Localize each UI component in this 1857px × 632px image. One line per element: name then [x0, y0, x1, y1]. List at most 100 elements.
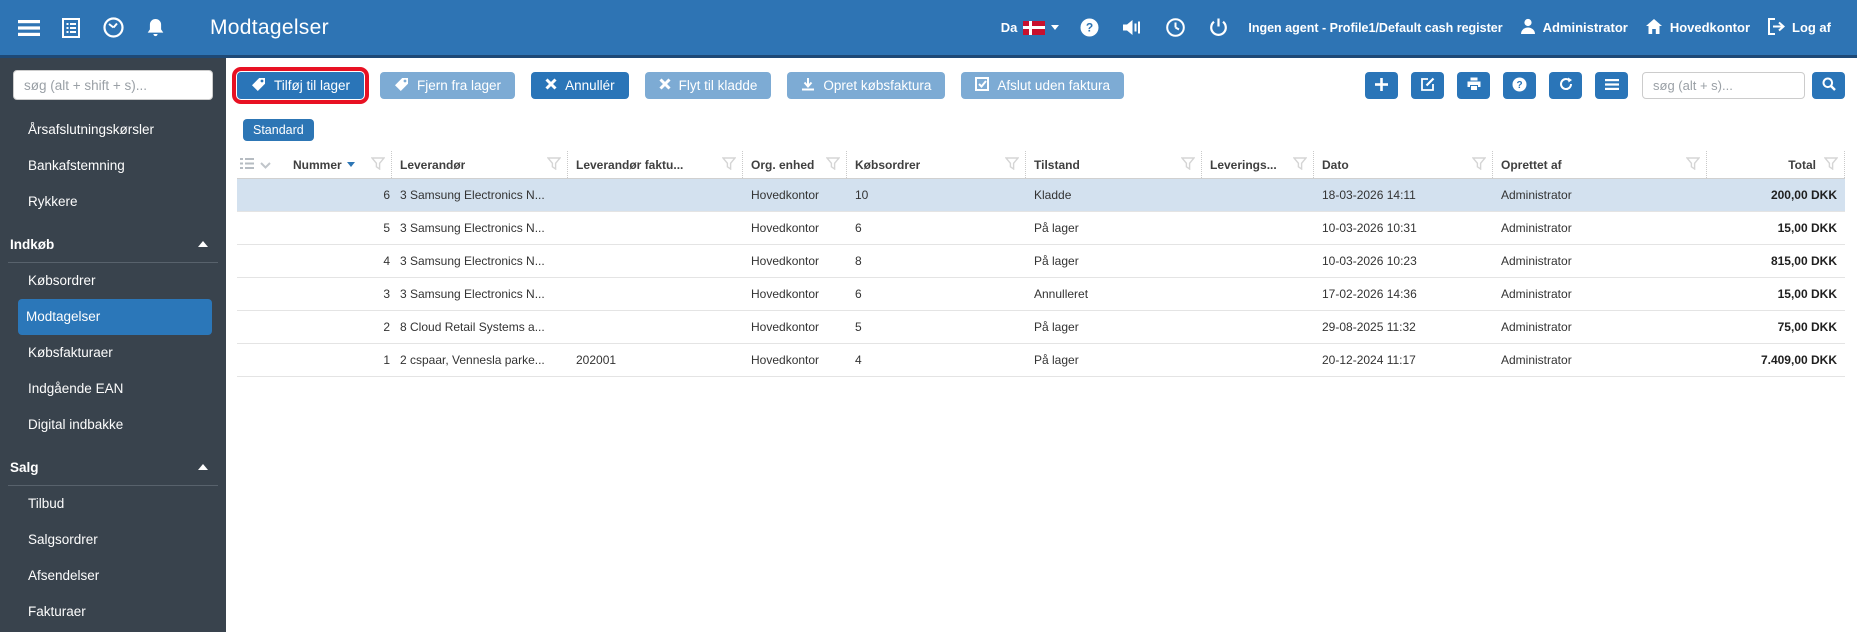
cell-total: 815,00 DKK — [1770, 254, 1837, 268]
check-square-icon — [975, 77, 990, 94]
filter-icon[interactable] — [1471, 156, 1487, 173]
cell-oprettet: Administrator — [1501, 287, 1572, 301]
sidebar-item-bankafstemning[interactable]: Bankafstemning — [4, 148, 222, 184]
help-icon[interactable]: ? — [1076, 15, 1102, 41]
clock-icon[interactable] — [1162, 15, 1188, 41]
sidebar-nav: Årsafslutningskørsler Bankafstemning Ryk… — [0, 100, 226, 630]
move-to-draft-button[interactable]: Flyt til kladde — [644, 72, 772, 99]
gauge-icon[interactable] — [100, 15, 126, 41]
table-row[interactable]: 6 3 Samsung Electronics N... Hovedkontor… — [237, 179, 1845, 212]
tag-icon — [251, 77, 266, 95]
table-row[interactable]: 5 3 Samsung Electronics N... Hovedkontor… — [237, 212, 1845, 245]
filter-icon[interactable] — [1004, 156, 1020, 173]
print-button[interactable] — [1457, 72, 1490, 99]
language-selector[interactable]: Da — [1001, 20, 1060, 35]
selector-header[interactable] — [237, 151, 285, 178]
cell-kobsordrer: 8 — [855, 254, 862, 268]
column-header-org-enhed[interactable]: Org. enhed — [743, 151, 847, 178]
table-row[interactable]: 3 3 Samsung Electronics N... Hovedkontor… — [237, 278, 1845, 311]
language-label: Da — [1000, 20, 1018, 35]
cell-org: Hovedkontor — [751, 353, 820, 367]
cell-oprettet: Administrator — [1501, 188, 1572, 202]
filter-icon[interactable] — [1823, 156, 1839, 173]
session-info: Ingen agent - Profile1/Default cash regi… — [1248, 20, 1503, 35]
cell-leverandor: 3 Samsung Electronics N... — [400, 221, 545, 235]
edit-button[interactable] — [1411, 72, 1444, 99]
cell-total: 15,00 DKK — [1777, 287, 1837, 301]
sidebar-item-rykkere[interactable]: Rykkere — [4, 184, 222, 220]
filter-icon[interactable] — [825, 156, 841, 173]
power-icon[interactable] — [1205, 15, 1231, 41]
list-icon — [1604, 78, 1619, 93]
add-to-stock-button[interactable]: Tilføj til lager — [231, 67, 370, 104]
user-name: Administrator — [1542, 20, 1628, 35]
sidebar-search-input[interactable] — [13, 70, 213, 100]
add-button[interactable] — [1365, 72, 1398, 99]
filter-icon[interactable] — [1292, 156, 1308, 173]
sidebar-section-salg[interactable]: Salg — [0, 449, 226, 485]
location-name: Hovedkontor — [1669, 20, 1750, 35]
column-header-dato[interactable]: Dato — [1314, 151, 1493, 178]
cell-org: Hovedkontor — [751, 221, 820, 235]
cancel-button[interactable]: Annullér — [531, 72, 629, 99]
topbar-left: Modtagelser — [0, 15, 329, 41]
filter-icon[interactable] — [721, 156, 737, 173]
column-header-leverings[interactable]: Leverings... — [1202, 151, 1314, 178]
sidebar-item-salgsordrer[interactable]: Salgsordrer — [4, 522, 222, 558]
filter-icon[interactable] — [546, 156, 562, 173]
sidebar-item-tilbud[interactable]: Tilbud — [4, 486, 222, 522]
sidebar-item-fakturaer[interactable]: Fakturaer — [4, 594, 222, 630]
view-tab-standard[interactable]: Standard — [243, 119, 314, 141]
table-row[interactable]: 1 2 cspaar, Vennesla parke... 202001 Hov… — [237, 344, 1845, 377]
search-button[interactable] — [1812, 72, 1845, 99]
search-icon — [1822, 77, 1836, 94]
speaker-icon[interactable] — [1119, 15, 1145, 41]
cell-kobsordrer: 6 — [855, 221, 862, 235]
cell-kobsordrer: 5 — [855, 320, 862, 334]
user-menu[interactable]: Administrator — [1520, 18, 1628, 38]
filter-icon[interactable] — [1685, 156, 1701, 173]
help-button[interactable]: ? — [1503, 72, 1536, 99]
cell-kobsordrer: 4 — [855, 353, 862, 367]
column-header-kobsordrer[interactable]: Købsordrer — [847, 151, 1026, 178]
sidebar-item-kobsordrer[interactable]: Købsordrer — [4, 263, 222, 299]
cell-kobsordrer: 6 — [855, 287, 862, 301]
sidebar-item-modtagelser[interactable]: Modtagelser — [18, 299, 212, 335]
menu-icon[interactable] — [16, 15, 42, 41]
cell-tilstand: Annulleret — [1034, 287, 1089, 301]
location-menu[interactable]: Hovedkontor — [1645, 18, 1750, 38]
column-header-nummer[interactable]: Nummer — [285, 151, 392, 178]
list-button[interactable] — [1595, 72, 1628, 99]
column-header-total[interactable]: Total — [1707, 151, 1845, 178]
sidebar-item-kobsfakturaer[interactable]: Købsfakturaer — [4, 335, 222, 371]
logout-button[interactable]: Log af — [1767, 17, 1831, 38]
column-header-oprettet-af[interactable]: Oprettet af — [1493, 151, 1707, 178]
column-header-leverandor[interactable]: Leverandør — [392, 151, 568, 178]
remove-from-stock-button[interactable]: Fjern fra lager — [380, 72, 516, 99]
column-header-tilstand[interactable]: Tilstand — [1026, 151, 1202, 178]
cell-leverandor: 3 Samsung Electronics N... — [400, 188, 545, 202]
sidebar-item-afsendelser[interactable]: Afsendelser — [4, 558, 222, 594]
finish-without-invoice-button[interactable]: Afslut uden faktura — [961, 72, 1124, 99]
cell-oprettet: Administrator — [1501, 320, 1572, 334]
table-search-input[interactable] — [1642, 72, 1805, 99]
sidebar-item-arsafslutningskorsler[interactable]: Årsafslutningskørsler — [4, 112, 222, 148]
cell-oprettet: Administrator — [1501, 254, 1572, 268]
create-purchase-invoice-button[interactable]: Opret købsfaktura — [787, 72, 946, 99]
cell-dato: 18-03-2026 14:11 — [1322, 188, 1416, 202]
refresh-button[interactable] — [1549, 72, 1582, 99]
table-row[interactable]: 4 3 Samsung Electronics N... Hovedkontor… — [237, 245, 1845, 278]
sidebar-item-indgaende-ean[interactable]: Indgående EAN — [4, 371, 222, 407]
sidebar-item-digital-indbakke[interactable]: Digital indbakke — [4, 407, 222, 443]
caret-down-icon — [1051, 25, 1060, 30]
journal-icon[interactable] — [58, 15, 84, 41]
refresh-icon — [1559, 77, 1573, 94]
button-label: Flyt til kladde — [678, 78, 758, 93]
sidebar-section-indkob[interactable]: Indkøb — [0, 226, 226, 262]
filter-icon[interactable] — [1180, 156, 1196, 173]
column-header-leverandor-faktura[interactable]: Leverandør faktu... — [568, 151, 743, 178]
bell-icon[interactable] — [142, 15, 168, 41]
filter-icon[interactable] — [370, 156, 386, 173]
user-icon — [1520, 18, 1536, 38]
table-row[interactable]: 2 8 Cloud Retail Systems a... Hovedkonto… — [237, 311, 1845, 344]
